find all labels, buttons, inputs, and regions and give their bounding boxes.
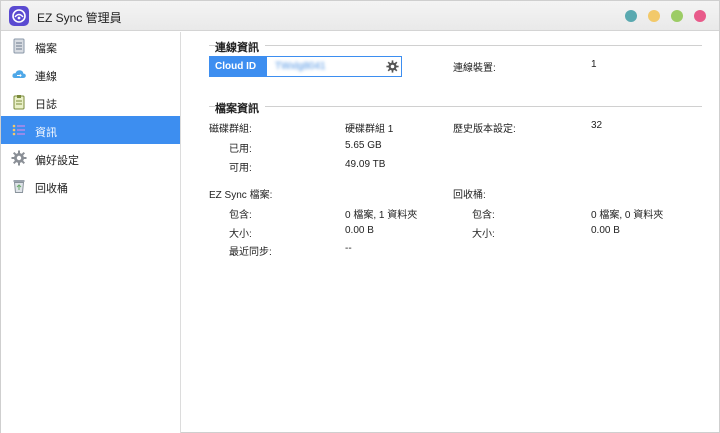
window-dot-yellow[interactable] — [648, 10, 660, 22]
main-panel: 連線資訊 Cloud ID TWxlg8041 連線裝置: 1 檔案資訊 磁碟群… — [182, 32, 719, 433]
section-divider — [209, 106, 702, 107]
sidebar-item-label: 檔案 — [35, 43, 57, 55]
sidebar-item-preferences[interactable]: 偏好設定 — [1, 144, 180, 172]
sidebar-item-files[interactable]: 檔案 — [1, 32, 180, 60]
used-value: 5.65 GB — [345, 140, 382, 151]
ez-size-label: 大小: — [229, 229, 252, 240]
ez-last-sync-value: -- — [345, 243, 352, 254]
gear-icon — [11, 150, 27, 166]
used-label: 已用: — [229, 144, 252, 155]
connected-devices-value: 1 — [591, 59, 597, 70]
sidebar-item-label: 偏好設定 — [35, 155, 79, 167]
ez-sync-files-label: EZ Sync 檔案: — [209, 190, 273, 201]
app-window: EZ Sync 管理員 檔案 連線 日誌 資訊 偏好設定 回收桶 連線資訊 Cl… — [0, 0, 720, 433]
window-title: EZ Sync 管理員 — [37, 11, 122, 25]
recycle-bin-icon — [13, 180, 25, 193]
ez-size-value: 0.00 B — [345, 225, 374, 236]
sidebar-item-connection[interactable]: 連線 — [1, 60, 180, 88]
cloud-id-value: TWxlg8041 — [275, 61, 326, 72]
bin-size-value: 0.00 B — [591, 225, 620, 236]
ez-last-sync-label: 最近同步: — [229, 247, 272, 258]
sidebar-item-label: 日誌 — [35, 99, 57, 111]
title-bar: EZ Sync 管理員 — [1, 1, 719, 31]
sidebar-item-info[interactable]: 資訊 — [1, 116, 180, 144]
ez-contains-label: 包含: — [229, 210, 252, 221]
volume-group-label: 磁碟群組: — [209, 124, 252, 135]
volume-group-value: 硬碟群組 1 — [345, 124, 394, 135]
sidebar-item-label: 回收桶 — [35, 183, 68, 195]
cloud-id-field: Cloud ID TWxlg8041 — [209, 56, 402, 77]
sidebar: 檔案 連線 日誌 資訊 偏好設定 回收桶 — [1, 32, 181, 433]
window-dot-teal[interactable] — [625, 10, 637, 22]
bin-contains-value: 0 檔案, 0 資料夾 — [591, 210, 664, 221]
connected-devices-label: 連線裝置: — [453, 63, 496, 74]
recycle-bin-label: 回收桶: — [453, 190, 486, 201]
window-dot-pink[interactable] — [694, 10, 706, 22]
window-dot-green[interactable] — [671, 10, 683, 22]
bin-size-label: 大小: — [472, 229, 495, 240]
section-divider — [209, 45, 702, 46]
sidebar-item-label: 連線 — [35, 71, 57, 83]
file-info-section-title: 檔案資訊 — [215, 100, 265, 116]
sidebar-item-recycle-bin[interactable]: 回收桶 — [1, 172, 180, 200]
info-list-icon — [12, 124, 25, 136]
ez-contains-value: 0 檔案, 1 資料夾 — [345, 210, 418, 221]
free-label: 可用: — [229, 163, 252, 174]
ez-sync-app-icon — [9, 6, 29, 26]
connection-section-title: 連線資訊 — [215, 39, 265, 55]
version-history-value: 32 — [591, 120, 603, 131]
cloud-icon — [12, 70, 26, 78]
clipboard-icon — [13, 95, 25, 110]
version-history-label: 歷史版本設定: — [453, 124, 516, 135]
file-icon — [13, 38, 25, 54]
cloud-id-label: Cloud ID — [210, 57, 267, 76]
cloud-id-settings-gear-icon[interactable] — [386, 60, 399, 73]
bin-contains-label: 包含: — [472, 210, 495, 221]
free-value: 49.09 TB — [345, 159, 386, 170]
sidebar-item-label: 資訊 — [35, 127, 57, 139]
sidebar-item-logs[interactable]: 日誌 — [1, 88, 180, 116]
